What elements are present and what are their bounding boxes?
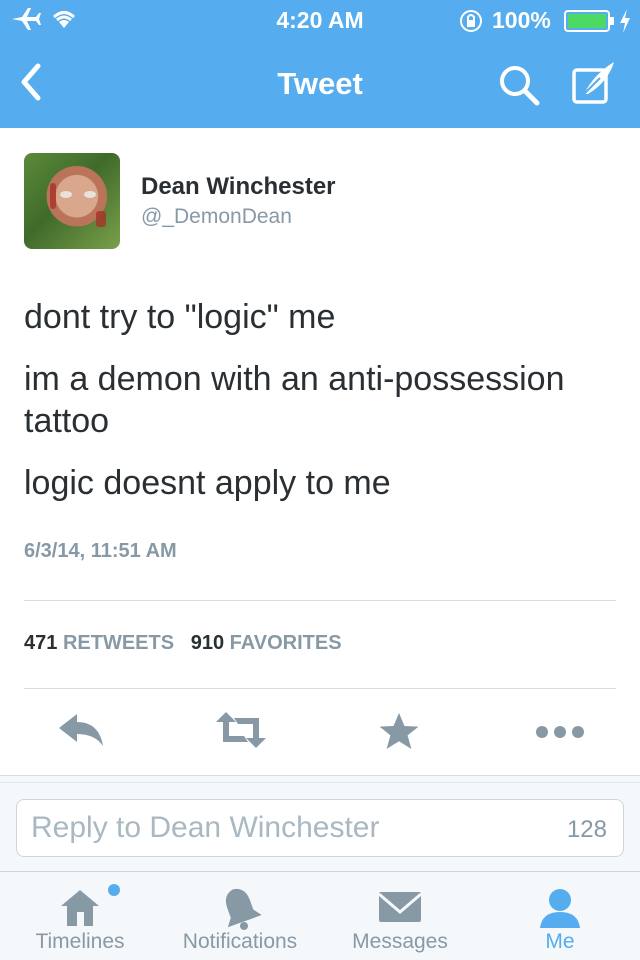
unread-dot [108,884,120,896]
reply-char-count: 128 [566,816,607,843]
tab-me[interactable]: Me [480,872,640,960]
tab-messages[interactable]: Messages [320,872,480,960]
search-icon[interactable] [496,62,542,108]
tweet-line: im a demon with an anti-possession tatto… [24,360,565,440]
retweets-stat[interactable]: 471 RETWEETS [24,632,174,654]
tab-bar: Timelines Notifications Messages Me [0,871,640,960]
tab-label: Me [545,930,575,953]
retweet-count: 471 [24,632,58,654]
battery-percent: 100% [492,7,551,33]
reply-icon [59,714,103,746]
tab-timelines[interactable]: Timelines [0,872,160,960]
reply-button[interactable] [56,712,106,756]
favorite-label: FAVORITES [229,632,342,654]
avatar-detail [96,211,106,227]
retweet-icon [216,712,266,748]
bell-icon [160,886,320,930]
author-name[interactable]: Dean Winchester [141,173,336,201]
tab-label: Messages [352,930,448,953]
section-separator [0,775,640,783]
divider [24,600,616,601]
tweet-timestamp: 6/3/14, 11:51 AM [24,540,177,562]
page-title: Tweet [277,66,363,101]
compose-icon[interactable] [570,58,618,108]
charging-bolt-icon [618,8,632,39]
retweet-label: RETWEETS [62,632,175,654]
favorite-count: 910 [190,632,225,654]
status-bar: 4:20 AM 100% [0,0,640,40]
orientation-lock-icon [458,8,484,39]
reply-box[interactable]: 128 [16,799,624,857]
battery-icon [564,10,616,37]
retweet-button[interactable] [214,712,266,756]
home-icon [0,886,160,930]
tab-label: Notifications [182,930,298,953]
favorites-stat[interactable]: 910 FAVORITES [191,632,342,654]
person-icon [480,886,640,930]
reply-input[interactable] [31,806,511,850]
tweet-line: logic doesnt apply to me [24,464,391,502]
tab-notifications[interactable]: Notifications [160,872,320,960]
more-button[interactable] [534,712,584,756]
divider [24,688,616,689]
avatar-eye [60,191,72,198]
reply-area: 128 [0,783,640,871]
top-bar: 4:20 AM 100% Tweet [0,0,640,128]
tab-label: Timelines [35,930,125,953]
envelope-icon [320,886,480,930]
avatar-detail [50,183,56,209]
avatar-eye [84,191,96,198]
tweet-line: dont try to "logic" me [24,298,336,336]
tweet-text: dont try to "logic" me im a demon with a… [24,296,624,524]
author-handle[interactable]: @_DemonDean [141,205,292,229]
tweet-stats: 471 RETWEETS 910 FAVORITES [24,632,342,655]
favorite-star-icon [379,713,419,749]
avatar[interactable] [24,153,120,249]
more-dots-icon [536,726,584,738]
favorite-button[interactable] [374,712,424,756]
